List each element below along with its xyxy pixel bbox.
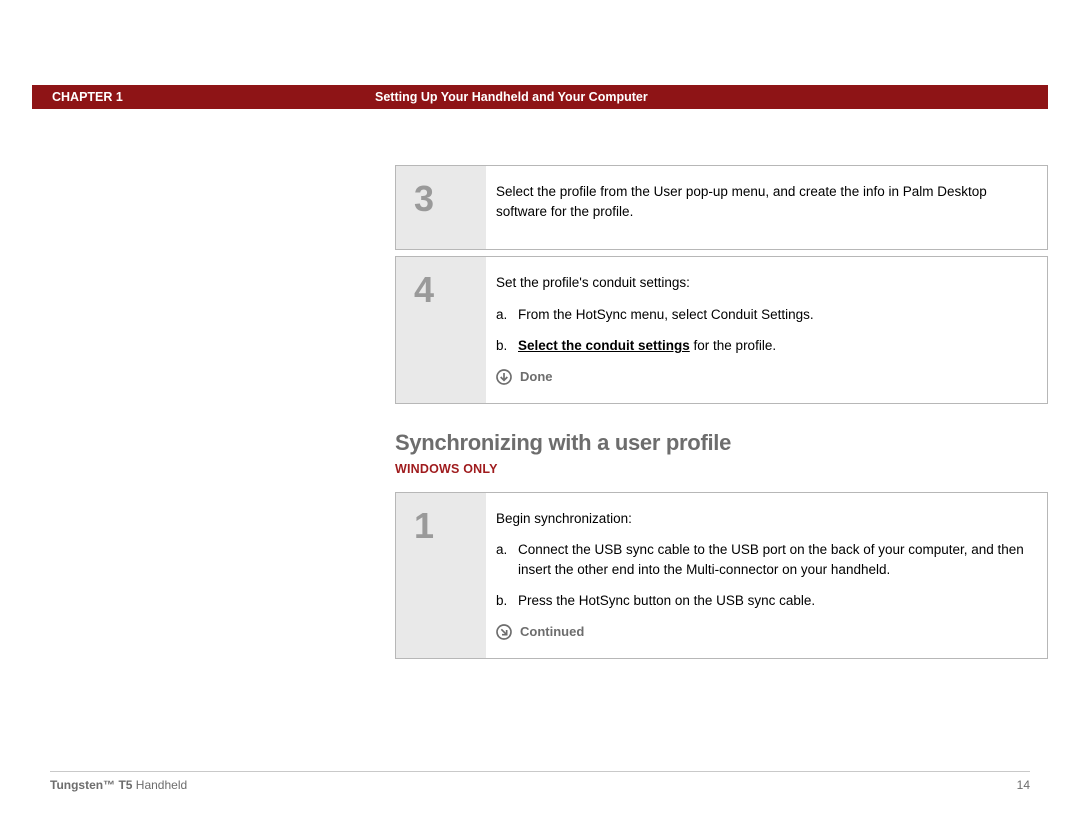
substep-letter: a. [496,540,518,579]
substep: a. Connect the USB sync cable to the USB… [496,540,1029,579]
main-content: 3 Select the profile from the User pop-u… [395,165,1048,665]
step-body: Select the profile from the User pop-up … [486,166,1047,249]
product-name-bold: Tungsten™ T5 [50,778,132,792]
step-number: 4 [396,257,486,403]
substep-text: From the HotSync menu, select Conduit Se… [518,305,1029,325]
chapter-label: CHAPTER 1 [52,90,375,104]
substep-letter: b. [496,591,518,611]
step-block: 1 Begin synchronization: a. Connect the … [395,492,1048,659]
substep-text: Connect the USB sync cable to the USB po… [518,540,1029,579]
substep-text: Select the conduit settings for the prof… [518,336,1029,356]
os-tag: WINDOWS ONLY [395,462,1048,476]
continued-label: Continued [520,623,584,642]
continued-indicator: Continued [496,623,1029,642]
section-heading: Synchronizing with a user profile [395,430,1048,456]
step-number: 3 [396,166,486,249]
substep: b. Press the HotSync button on the USB s… [496,591,1029,611]
arrow-down-icon [496,369,512,385]
page-footer: Tungsten™ T5 Handheld 14 [50,771,1030,792]
step-text: Set the profile's conduit settings: [496,273,1029,293]
substep: a. From the HotSync menu, select Conduit… [496,305,1029,325]
product-name-rest: Handheld [132,778,187,792]
step-number: 1 [396,493,486,658]
substep-letter: a. [496,305,518,325]
product-name: Tungsten™ T5 Handheld [50,778,187,792]
step-block: 4 Set the profile's conduit settings: a.… [395,256,1048,404]
substep: b. Select the conduit settings for the p… [496,336,1029,356]
chapter-title: Setting Up Your Handheld and Your Comput… [375,90,648,104]
substep-text-after: for the profile. [690,338,776,353]
arrow-diagonal-icon [496,624,512,640]
substep-letter: b. [496,336,518,356]
chapter-header: CHAPTER 1 Setting Up Your Handheld and Y… [32,85,1048,109]
page-number: 14 [1017,778,1030,792]
step-body: Set the profile's conduit settings: a. F… [486,257,1047,403]
conduit-settings-link[interactable]: Select the conduit settings [518,338,690,353]
step-text: Begin synchronization: [496,509,1029,529]
done-indicator: Done [496,368,1029,387]
step-block: 3 Select the profile from the User pop-u… [395,165,1048,250]
substep-text: Press the HotSync button on the USB sync… [518,591,1029,611]
step-text: Select the profile from the User pop-up … [496,182,1029,221]
step-body: Begin synchronization: a. Connect the US… [486,493,1047,658]
done-label: Done [520,368,553,387]
